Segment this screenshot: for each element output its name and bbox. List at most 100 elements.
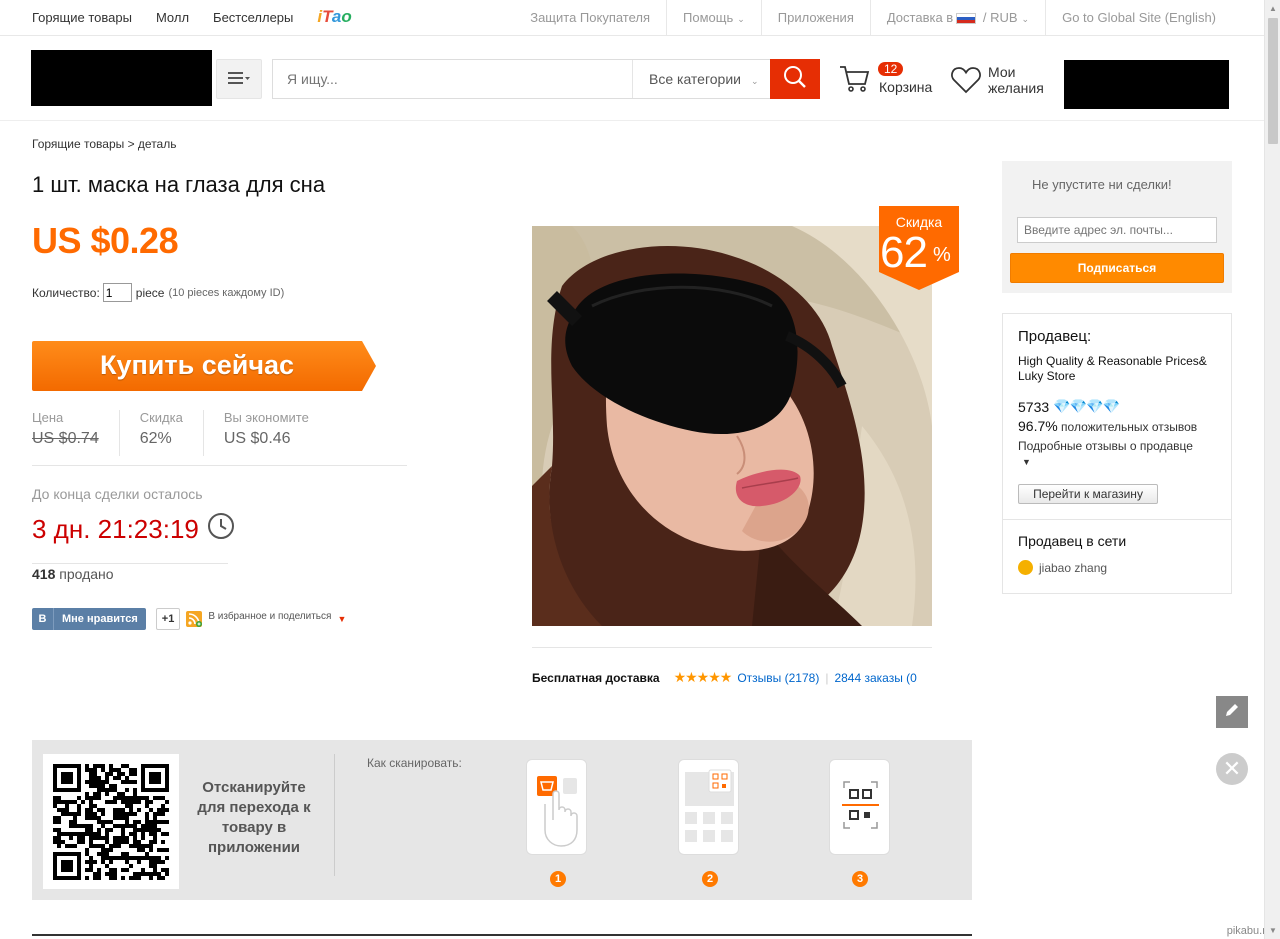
clock-icon bbox=[207, 512, 235, 547]
stat-value: US $0.46 bbox=[223, 430, 291, 447]
store-name-link[interactable]: High Quality & Reasonable Prices& Luky S… bbox=[1018, 354, 1223, 384]
seller-score-value: 5733 bbox=[1018, 398, 1050, 415]
qr-code[interactable] bbox=[43, 754, 179, 889]
vk-icon: В bbox=[32, 608, 54, 630]
breadcrumb[interactable]: Горящие товары > деталь bbox=[32, 137, 176, 151]
caret-down-icon[interactable]: ▼ bbox=[1022, 457, 1031, 467]
qr-section: Отсканируйте для перехода к товару в при… bbox=[32, 740, 972, 900]
cart-label: Корзина bbox=[879, 79, 933, 95]
step-1-badge: 1 bbox=[550, 871, 566, 887]
search-bar: Все категории ⌄ bbox=[272, 59, 820, 99]
edit-float-button[interactable] bbox=[1216, 696, 1248, 728]
rating-stars-icon: ★★★★★ bbox=[673, 669, 733, 685]
ship-currency-separator: / bbox=[982, 10, 987, 25]
detailed-feedback-link[interactable]: Подробные отзывы о продавце bbox=[1018, 439, 1193, 453]
search-input[interactable] bbox=[273, 60, 631, 98]
plus-one-counter[interactable]: +1 bbox=[155, 608, 181, 630]
buyer-protection-link[interactable]: Защита Покупателя bbox=[514, 0, 666, 36]
subscribe-box: Не упустите ни сделки! Подписаться bbox=[1002, 161, 1232, 293]
qr-code-image bbox=[53, 764, 169, 880]
help-menu[interactable]: Помощь ⌄ bbox=[666, 0, 761, 36]
caret-down-icon[interactable]: ▼ bbox=[337, 614, 346, 624]
quantity-row: Количество: piece (10 pieces каждому ID) bbox=[32, 283, 284, 302]
deal-ends-label: До конца сделки осталось bbox=[32, 486, 203, 502]
hamburger-icon bbox=[228, 69, 250, 90]
nav-mall[interactable]: Молл bbox=[156, 10, 189, 27]
cart-button[interactable]: 12 Корзина bbox=[838, 62, 938, 102]
countdown-value: 3 дн. 21:23:19 bbox=[32, 514, 199, 544]
step-2-phone-illustration bbox=[678, 759, 739, 855]
quantity-input[interactable] bbox=[102, 283, 132, 302]
chevron-down-icon: ⌄ bbox=[1021, 14, 1030, 24]
step-3-phone-illustration bbox=[829, 759, 890, 855]
close-float-button[interactable]: ✕ bbox=[1216, 753, 1248, 785]
positive-feedback: 96.7% положительных отзывов bbox=[1018, 418, 1197, 434]
search-button[interactable] bbox=[770, 59, 820, 99]
contact-name: jiabao zhang bbox=[1039, 560, 1108, 575]
positive-pct: 96.7% bbox=[1018, 418, 1058, 434]
step-1-phone-illustration bbox=[526, 759, 587, 855]
sold-number: 418 bbox=[32, 566, 56, 582]
header: Все категории ⌄ 12 Корзина Мои желания bbox=[0, 36, 1264, 121]
itao-logo[interactable]: iTao bbox=[317, 7, 351, 27]
price-stats: Цена US $0.74 Скидка 62% Вы экономите US… bbox=[32, 410, 407, 466]
top-nav-right: Защита Покупателя Помощь ⌄ Приложения Дос… bbox=[514, 0, 1232, 36]
contact-seller-link[interactable]: jiabao zhang bbox=[1018, 560, 1107, 575]
vk-like-button[interactable]: В Мне нравится bbox=[32, 608, 146, 630]
reviews-link[interactable]: Отзывы (2178) bbox=[737, 671, 819, 685]
cart-count-badge: 12 bbox=[878, 62, 904, 76]
shipping-rating-row: Бесплатная доставка ★★★★★ Отзывы (2178) … bbox=[532, 669, 917, 686]
sold-count: 418 продано bbox=[32, 566, 114, 582]
sold-label: продано bbox=[59, 566, 114, 582]
step-2-badge: 2 bbox=[702, 871, 718, 887]
nav-hot-deals[interactable]: Горящие товары bbox=[32, 10, 132, 27]
product-image[interactable] bbox=[532, 226, 932, 626]
scrollbar-thumb[interactable] bbox=[1268, 18, 1278, 144]
discount-badge-percent: % bbox=[933, 244, 951, 266]
apps-link[interactable]: Приложения bbox=[760, 0, 870, 36]
stat-original-price: Цена US $0.74 bbox=[32, 410, 120, 456]
stat-value: US $0.74 bbox=[32, 430, 99, 447]
wishlist-label-line2: желания bbox=[988, 80, 1044, 96]
orders-link[interactable]: 2844 заказы (0 bbox=[834, 671, 916, 685]
countdown: 3 дн. 21:23:19 bbox=[32, 512, 235, 547]
how-to-scan-label: Как сканировать: bbox=[367, 756, 462, 770]
redacted-account[interactable] bbox=[1064, 60, 1229, 109]
product-price: US $0.28 bbox=[32, 220, 179, 261]
categories-menu-button[interactable] bbox=[216, 59, 262, 99]
global-site-link[interactable]: Go to Global Site (English) bbox=[1045, 0, 1232, 36]
pencil-icon bbox=[1224, 702, 1240, 723]
product-title: 1 шт. маска на глаза для сна bbox=[32, 172, 326, 197]
buy-now-button[interactable]: Купить сейчас bbox=[32, 341, 376, 391]
russia-flag-icon bbox=[956, 13, 977, 25]
scroll-down-arrow-icon[interactable]: ▼ bbox=[1269, 926, 1277, 935]
go-to-store-button[interactable]: Перейти к магазину bbox=[1018, 484, 1158, 504]
subscribe-button[interactable]: Подписаться bbox=[1010, 253, 1224, 283]
rss-icon[interactable] bbox=[186, 611, 203, 627]
category-select[interactable]: Все категории ⌄ bbox=[632, 60, 771, 98]
currency-label: RUB bbox=[990, 10, 1018, 25]
email-field[interactable] bbox=[1017, 217, 1217, 243]
redacted-logo[interactable] bbox=[31, 50, 212, 106]
close-icon: ✕ bbox=[1222, 756, 1242, 781]
stat-label: Вы экономите bbox=[223, 410, 309, 425]
step-3-badge: 3 bbox=[852, 871, 868, 887]
search-icon bbox=[783, 65, 807, 94]
chevron-down-icon: ⌄ bbox=[750, 76, 759, 86]
wishlist-label-line1: Мои bbox=[988, 64, 1016, 80]
category-select-label: Все категории bbox=[649, 71, 741, 87]
discount-badge: Скидка 62 % bbox=[879, 206, 959, 290]
help-label: Помощь bbox=[683, 10, 734, 25]
wishlist-button[interactable]: Мои желания bbox=[951, 64, 1051, 104]
favorite-share-link[interactable]: В избранное и поделиться bbox=[208, 611, 331, 622]
quantity-unit: piece bbox=[135, 285, 165, 300]
scroll-up-arrow-icon[interactable]: ▲ bbox=[1269, 4, 1277, 13]
vertical-scrollbar[interactable]: ▲ ▼ bbox=[1264, 0, 1280, 939]
nav-bestsellers[interactable]: Бестселлеры bbox=[213, 10, 293, 27]
vk-like-label: Мне нравится bbox=[62, 613, 138, 625]
subscribe-title: Не упустите ни сделки! bbox=[1032, 177, 1172, 192]
ship-to-menu[interactable]: Доставка в / RUB ⌄ bbox=[869, 0, 1045, 36]
divider bbox=[1003, 519, 1231, 520]
stat-value: 62% bbox=[139, 430, 172, 447]
positive-label: положительных отзывов bbox=[1061, 420, 1198, 434]
